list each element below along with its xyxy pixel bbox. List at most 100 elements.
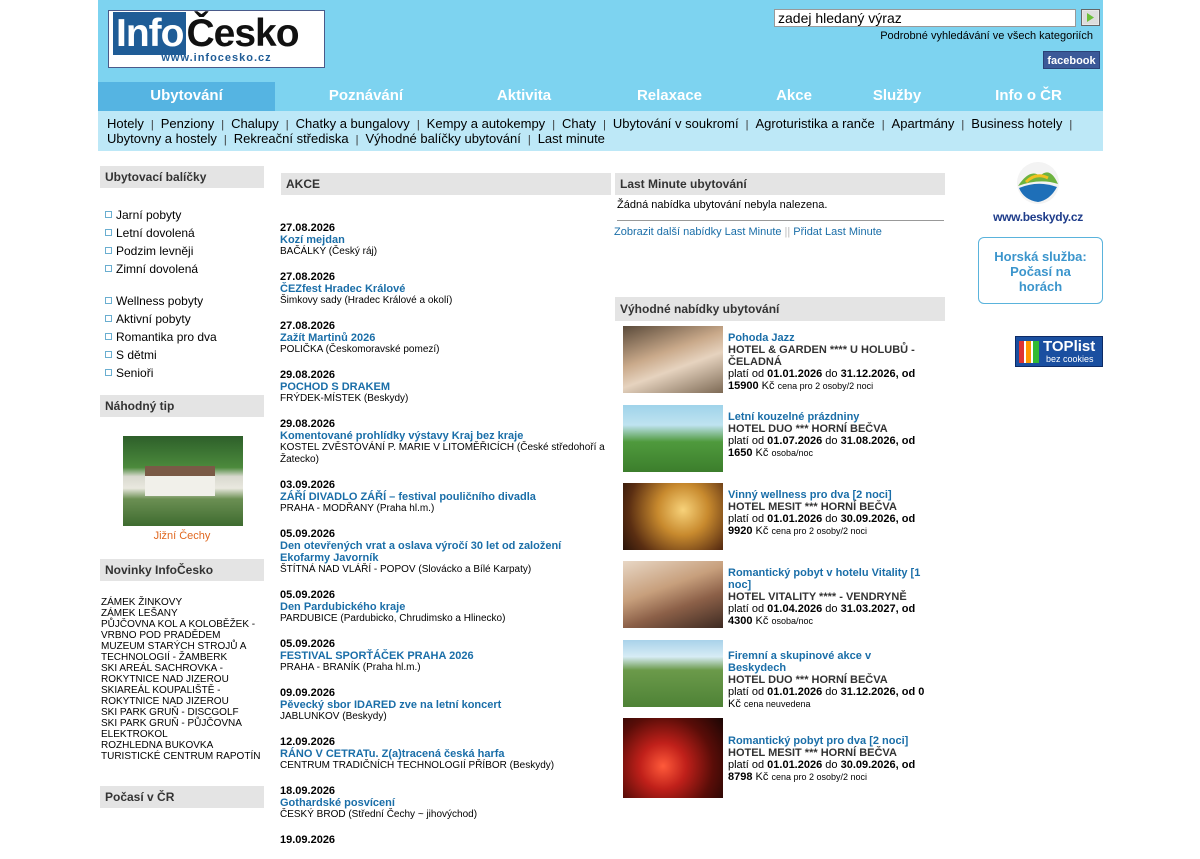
search-input[interactable] [774,9,1076,27]
deal-image[interactable] [623,561,723,628]
beskydy-logo-icon [1017,162,1059,204]
event-title[interactable]: Pěvecký sbor IDARED zve na letní koncert [280,699,610,711]
deal-title[interactable]: Firemní a skupinové akce v Beskydech [728,650,871,674]
deal-item: Letní kouzelné prázdniny HOTEL DUO *** H… [623,405,933,472]
news-item[interactable]: SKI PARK GRUŇ - PŮJČOVNA ELEKTROKOL [101,718,265,740]
news-item[interactable]: PŮJČOVNA KOL A KOLOBĚŽEK - VRBNO POD PRA… [101,619,265,641]
site-logo[interactable]: InfoČesko www.infocesko.cz [108,10,325,68]
list-item[interactable]: Senioři [103,366,263,384]
more-last-minute-link[interactable]: Zobrazit další nabídky Last Minute [614,226,782,238]
sub-nav-link[interactable]: Business hotely [971,116,1062,131]
list-item[interactable]: Podzim levněji [103,244,263,262]
list-item[interactable]: Zimní dovolená [103,262,263,280]
event-title[interactable]: ZÁŘÍ DIVADLO ZÁŘÍ – festival pouličního … [280,491,610,503]
list-item[interactable]: Romantika pro dva [103,330,263,348]
event-date: 12.09.2026 [280,736,336,748]
advanced-search-link[interactable]: Podrobné vyhledávání ve všech kategoriíc… [880,30,1093,42]
event-title[interactable]: Kozí mejdan [280,234,610,246]
nav-tab-aktivita[interactable]: Aktivita [457,82,591,111]
event-item: 27.08.2026 Zažít Martinů 2026 POLIČKA (Čes… [280,320,610,356]
sub-nav-link[interactable]: Ubytování v soukromí [613,116,739,131]
news-item[interactable]: ROZHLEDNA BUKOVKA [101,740,265,751]
event-item: 09.09.2026 Pěvecký sbor IDARED zve na let… [280,687,610,723]
sub-nav-link[interactable]: Výhodné balíčky ubytování [365,131,520,146]
sub-nav-link[interactable]: Chalupy [231,116,279,131]
news-item[interactable]: ZÁMEK LEŠANY [101,608,265,619]
nav-tab-akce[interactable]: Akce [748,82,840,111]
deal-title[interactable]: Romantický pobyt v hotelu Vitality [1 no… [728,567,920,591]
list-item[interactable]: Wellness pobyty [103,294,263,312]
bullet-icon [105,333,112,340]
beskydy-banner[interactable]: www.beskydy.cz [978,160,1098,224]
list-item[interactable]: S dětmi [103,348,263,366]
event-date: 03.09.2026 [280,479,336,491]
sub-nav-link[interactable]: Last minute [538,131,605,146]
main-nav: Ubytování Poznávání Aktivita Relaxace Ak… [98,82,1103,111]
deal-hotel: HOTEL MESIT *** HORNÍ BEČVA [728,501,897,513]
nav-tab-poznavani[interactable]: Poznávání [275,82,457,111]
event-date: 18.09.2026 [280,785,336,797]
search-button[interactable] [1081,9,1100,26]
deal-image[interactable] [623,405,723,472]
sub-nav-link[interactable]: Hotely [107,116,144,131]
logo-title: InfoČesko [113,12,300,56]
deal-title[interactable]: Vinný wellness pro dva [2 noci] [728,489,892,501]
list-item[interactable]: Aktivní pobyty [103,312,263,330]
event-title[interactable]: ČEZfest Hradec Králové [280,283,610,295]
event-item: 19.09.2026 [280,834,610,846]
mountain-service-button[interactable]: Horská služba: Počasí na horách [978,237,1103,304]
sub-nav-link[interactable]: Ubytovny a hostely [107,131,217,146]
event-title[interactable]: Zažít Martinů 2026 [280,332,610,344]
event-title[interactable]: RÁNO V CETRATu. Z(a)tracená česká harfa [280,748,610,760]
sub-nav-row-2: Ubytovny a hostely | Rekreační střediska | V… [107,131,605,146]
event-item: 18.09.2026 Gothardské posvícení ČESKÝ BROD… [280,785,610,821]
toplist-bars-icon [1019,341,1039,363]
tip-caption-link[interactable]: Jižní Čechy [100,530,264,542]
sub-nav-link[interactable]: Chatky a bungalovy [296,116,410,131]
add-last-minute-link[interactable]: Přidat Last Minute [793,226,882,238]
nav-tab-sluzby[interactable]: Služby [840,82,954,111]
deal-image[interactable] [623,718,723,798]
event-date: 29.08.2026 [280,369,336,381]
deal-title[interactable]: Pohoda Jazz [728,332,795,344]
nav-tab-info-o-cr[interactable]: Info o ČR [954,82,1103,111]
arrow-right-icon [1083,11,1098,24]
event-date: 27.08.2026 [280,271,336,283]
deal-image[interactable] [623,483,723,550]
list-item[interactable]: Jarní pobyty [103,208,263,226]
event-title[interactable]: Den Pardubického kraje [280,601,610,613]
news-item[interactable]: SKIAREÁL KOUPALIŠTĚ - ROKYTNICE NAD JIZE… [101,685,265,707]
news-item[interactable]: SKI PARK GRUŇ - DISCGOLF [101,707,265,718]
event-date: 29.08.2026 [280,418,336,430]
sub-nav-link[interactable]: Apartmány [892,116,955,131]
sub-nav-link[interactable]: Agroturistika a ranče [755,116,874,131]
nav-tab-relaxace[interactable]: Relaxace [591,82,748,111]
event-title[interactable]: FESTIVAL SPORŤÁČEK PRAHA 2026 [280,650,610,662]
toplist-badge[interactable]: TOPlist bez cookies [1015,336,1103,367]
news-item[interactable]: TURISTICKÉ CENTRUM RAPOTÍN [101,751,265,762]
tip-image[interactable] [123,436,243,526]
sub-nav-link[interactable]: Penziony [161,116,214,131]
news-item[interactable]: MUZEUM STARÝCH STROJŮ A TECHNOLOGIÍ - ŽA… [101,641,265,663]
event-item: 05.09.2026 FESTIVAL SPORŤÁČEK PRAHA 2026 P… [280,638,610,674]
bullet-icon [105,265,112,272]
event-title[interactable]: Komentované prohlídky výstavy Kraj bez k… [280,430,610,442]
deal-image[interactable] [623,640,723,707]
deal-hotel: HOTEL MESIT *** HORNÍ BEČVA [728,747,897,759]
bullet-icon [105,247,112,254]
event-title[interactable]: POCHOD S DRAKEM [280,381,610,393]
sub-nav-link[interactable]: Chaty [562,116,596,131]
nav-tab-ubytovani[interactable]: Ubytování [98,82,275,111]
list-item[interactable]: Letní dovolená [103,226,263,244]
sub-nav-link[interactable]: Kempy a autokempy [427,116,546,131]
event-title[interactable]: Gothardské posvícení [280,797,610,809]
deal-image[interactable] [623,326,723,393]
deal-title[interactable]: Letní kouzelné prázdniny [728,411,859,423]
deal-title[interactable]: Romantický pobyt pro dva [2 noci] [728,735,908,747]
facebook-button[interactable]: facebook [1043,51,1100,69]
event-title[interactable]: Den otevřených vrat a oslava výročí 30 l… [280,540,610,564]
news-item[interactable]: ZÁMEK ŽINKOVY [101,597,265,608]
sub-nav-link[interactable]: Rekreační střediska [234,131,349,146]
news-item[interactable]: SKI AREÁL SACHROVKA - ROKYTNICE NAD JIZE… [101,663,265,685]
event-date: 27.08.2026 [280,222,336,234]
